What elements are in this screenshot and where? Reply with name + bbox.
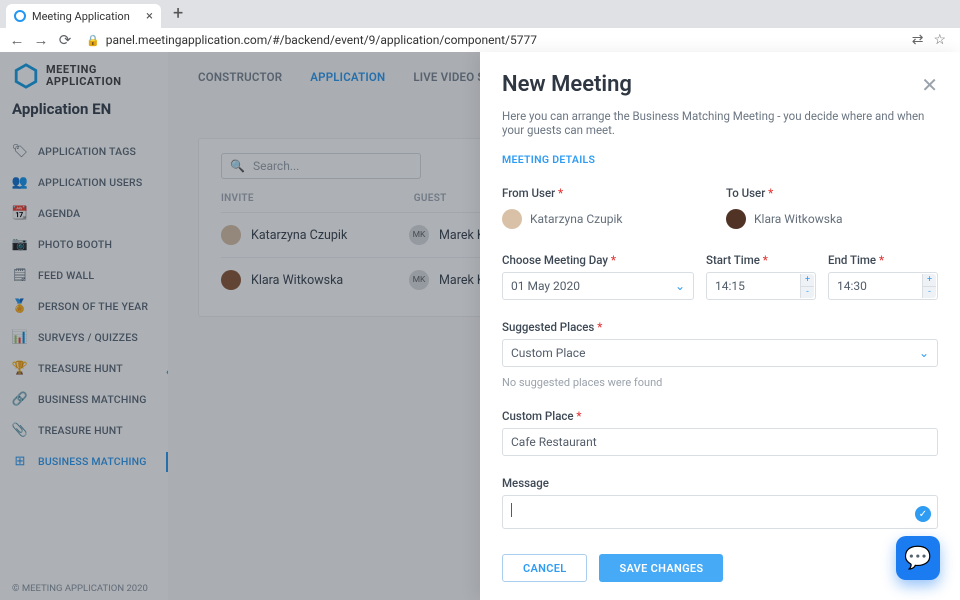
required-marker: * — [763, 253, 768, 267]
from-user-label: From User — [502, 186, 555, 200]
url-text: panel.meetingapplication.com/#/backend/e… — [106, 33, 537, 47]
tab-title: Meeting Application — [32, 10, 130, 23]
close-tab-icon[interactable]: × — [146, 10, 153, 23]
step-up-icon[interactable]: + — [800, 274, 814, 287]
save-button[interactable]: SAVE CHANGES — [599, 554, 723, 582]
suggested-places-select[interactable]: Custom Place ⌄ — [502, 339, 938, 367]
chip-label: Katarzyna Czupik — [530, 212, 622, 226]
step-up-icon[interactable]: + — [922, 274, 936, 287]
browser-tab[interactable]: Meeting Application × — [6, 4, 161, 28]
app-root: MEETING APPLICATION Application EN 🏷APPL… — [0, 52, 960, 600]
chip-label: Klara Witkowska — [754, 212, 843, 226]
panel-section-header: MEETING DETAILS — [502, 153, 938, 166]
new-meeting-panel: New Meeting ✕ Here you can arrange the B… — [480, 52, 960, 600]
message-label: Message — [502, 476, 549, 490]
browser-chrome: Meeting Application × + ← → ⟳ 🔒 panel.me… — [0, 0, 960, 52]
end-time-label: End Time — [828, 253, 876, 267]
check-icon: ✓ — [915, 506, 931, 522]
chevron-down-icon: ⌄ — [919, 346, 929, 360]
start-time-label: Start Time — [706, 253, 760, 267]
required-marker: * — [879, 253, 884, 267]
to-user-label: To User — [726, 186, 765, 200]
message-textarea[interactable]: ✓ — [502, 495, 938, 529]
panel-title: New Meeting — [502, 72, 921, 97]
address-bar[interactable]: 🔒 panel.meetingapplication.com/#/backend… — [80, 33, 906, 47]
select-value: Custom Place — [511, 346, 585, 360]
lock-icon: 🔒 — [86, 34, 100, 47]
required-marker: * — [597, 320, 602, 334]
panel-actions: CANCEL SAVE CHANGES — [480, 540, 960, 600]
avatar — [502, 209, 522, 229]
tab-strip: Meeting Application × + — [0, 0, 960, 28]
required-marker: * — [576, 409, 581, 423]
avatar — [726, 209, 746, 229]
translate-icon[interactable]: ⇄ — [912, 32, 924, 48]
close-panel-button[interactable]: ✕ — [921, 73, 938, 97]
cancel-button[interactable]: CANCEL — [502, 554, 587, 582]
input-value: Cafe Restaurant — [511, 435, 597, 449]
end-time-input[interactable]: 14:30 + - — [828, 272, 938, 300]
suggested-places-label: Suggested Places — [502, 320, 594, 334]
bookmark-icon[interactable]: ☆ — [933, 32, 946, 48]
to-user-chip[interactable]: Klara Witkowska — [726, 205, 938, 233]
custom-place-input[interactable]: Cafe Restaurant — [502, 428, 938, 456]
panel-description: Here you can arrange the Business Matchi… — [502, 109, 938, 137]
text-caret — [511, 503, 512, 517]
custom-place-label: Custom Place — [502, 409, 574, 423]
step-down-icon[interactable]: - — [800, 287, 814, 299]
required-marker: * — [558, 186, 563, 200]
new-tab-button[interactable]: + — [165, 5, 191, 23]
select-value: 01 May 2020 — [511, 279, 580, 293]
required-marker: * — [611, 253, 616, 267]
reload-icon[interactable]: ⟳ — [56, 31, 74, 49]
step-down-icon[interactable]: - — [922, 287, 936, 299]
from-user-chip[interactable]: Katarzyna Czupik — [502, 205, 714, 233]
forward-icon[interactable]: → — [32, 31, 50, 49]
chat-fab[interactable]: 💬 — [896, 536, 940, 580]
suggested-places-hint: No suggested places were found — [502, 376, 938, 389]
chevron-down-icon: ⌄ — [675, 279, 685, 293]
input-value: 14:30 — [837, 279, 867, 293]
favicon-icon — [14, 10, 26, 22]
browser-toolbar: ← → ⟳ 🔒 panel.meetingapplication.com/#/b… — [0, 28, 960, 52]
required-marker: * — [768, 186, 773, 200]
time-stepper[interactable]: + - — [922, 274, 936, 298]
input-value: 14:15 — [715, 279, 745, 293]
meeting-day-label: Choose Meeting Day — [502, 253, 608, 267]
time-stepper[interactable]: + - — [800, 274, 814, 298]
back-icon[interactable]: ← — [8, 31, 26, 49]
start-time-input[interactable]: 14:15 + - — [706, 272, 816, 300]
chat-icon: 💬 — [904, 546, 931, 571]
meeting-day-select[interactable]: 01 May 2020 ⌄ — [502, 272, 694, 300]
